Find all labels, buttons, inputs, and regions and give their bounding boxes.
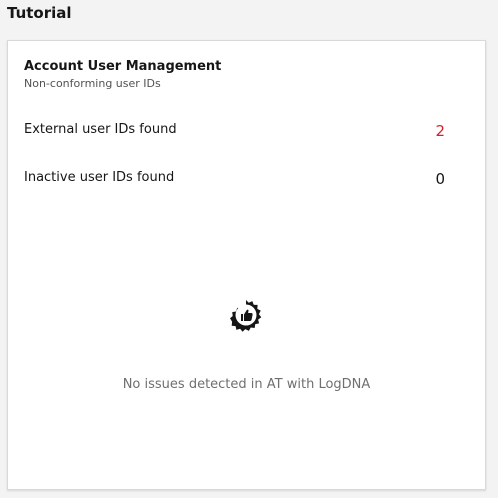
empty-state-message: No issues detected in AT with LogDNA bbox=[122, 377, 371, 392]
metric-label: External user IDs found bbox=[24, 122, 177, 137]
card-subtitle: Non-conforming user IDs bbox=[24, 77, 161, 90]
card-title: Account User Management bbox=[24, 59, 222, 74]
metric-value: 0 bbox=[435, 170, 445, 188]
metric-row-external-user-ids: External user IDs found 2 bbox=[24, 121, 445, 141]
account-user-management-card: Account User Management Non-conforming u… bbox=[7, 40, 486, 490]
metric-label: Inactive user IDs found bbox=[24, 170, 175, 185]
thumbs-up-badge-icon bbox=[229, 298, 263, 332]
metric-row-inactive-user-ids: Inactive user IDs found 0 bbox=[24, 169, 445, 189]
metric-value[interactable]: 2 bbox=[435, 122, 445, 140]
page-title: Tutorial bbox=[7, 4, 72, 22]
